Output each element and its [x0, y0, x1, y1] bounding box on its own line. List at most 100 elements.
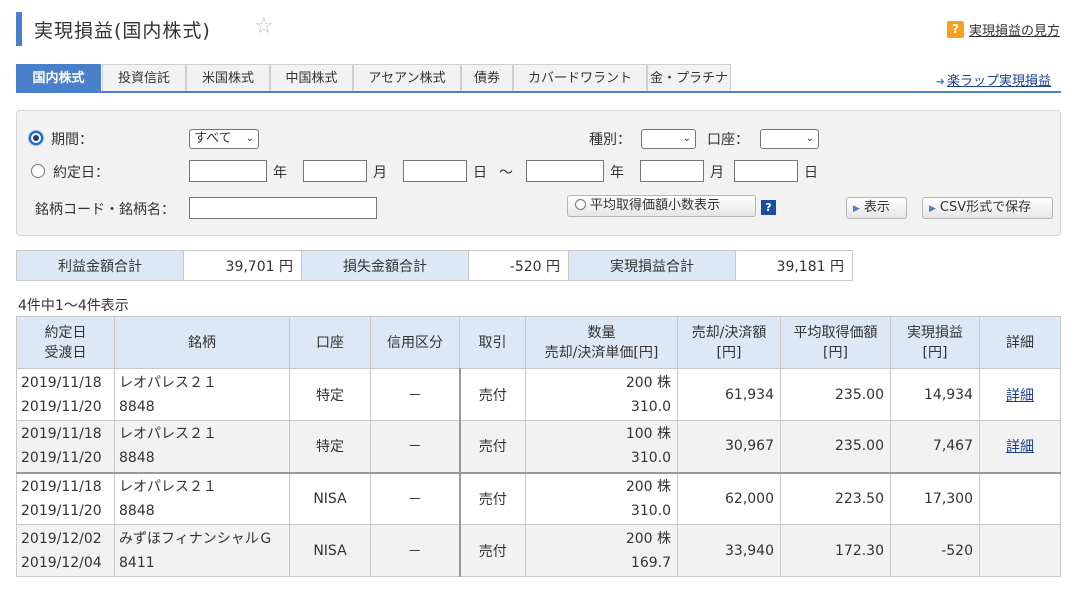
table-row: 2019/11/18 2019/11/20 レオパレス２１ 8848 特定 － 売付…: [16, 420, 1061, 473]
col-margin: 信用区分: [370, 316, 460, 369]
from-day-input[interactable]: [403, 160, 467, 182]
col-realized-pl: 実現損益 [円]: [890, 316, 980, 369]
account-cell: NISA: [289, 471, 371, 525]
col-detail: 詳細: [979, 316, 1061, 369]
trade-date-radio[interactable]: [31, 164, 45, 178]
tab-covered-warrants[interactable]: カバードワラント: [513, 64, 647, 91]
month-label: 月: [710, 165, 724, 181]
to-month-input[interactable]: [640, 160, 704, 182]
show-button[interactable]: ▶ 表示: [846, 197, 907, 219]
account-label: 口座：: [707, 132, 749, 148]
day-label: 日: [804, 165, 818, 181]
type-label: 種別：: [589, 132, 631, 148]
avg-price-cell: 235.00: [780, 368, 891, 421]
to-year-input[interactable]: [526, 160, 604, 182]
realized-pl-cell: 7,467: [890, 420, 980, 473]
tab-asean-stocks[interactable]: アセアン株式: [353, 64, 461, 91]
detail-link[interactable]: 詳細: [1006, 439, 1034, 455]
loss-total-value: -520 円: [468, 250, 569, 281]
chevron-down-icon: ⌄: [245, 133, 254, 144]
trade-cell: 売付: [459, 524, 526, 577]
account-select[interactable]: ⌄: [760, 129, 819, 149]
triangle-right-icon: ▶: [853, 204, 860, 214]
table-header-row: 約定日 受渡日 銘柄 口座 信用区分 取引 数量 売却/決済単価[円] 売却/決済額…: [16, 316, 1061, 369]
avg-price-cell: 223.50: [780, 471, 891, 525]
type-select[interactable]: ⌄: [641, 129, 696, 149]
month-label: 月: [373, 165, 387, 181]
from-year-input[interactable]: [189, 160, 267, 182]
profit-total-label: 利益金額合計: [16, 250, 184, 281]
quantity-cell: 200 株 310.0: [525, 368, 678, 421]
tab-china-stocks[interactable]: 中国株式: [270, 64, 353, 91]
trade-cell: 売付: [459, 420, 526, 473]
margin-cell: －: [370, 471, 461, 525]
avg-price-cell: 235.00: [780, 420, 891, 473]
chevron-down-icon: ⌄: [682, 133, 691, 144]
stock-code-input[interactable]: [189, 197, 377, 219]
stock-cell: レオパレス２１ 8848: [114, 368, 290, 421]
loss-total-label: 損失金額合計: [301, 250, 469, 281]
to-day-input[interactable]: [734, 160, 798, 182]
period-select[interactable]: すべて ⌄: [189, 129, 259, 149]
from-month-input[interactable]: [303, 160, 367, 182]
results-table: 約定日 受渡日 銘柄 口座 信用区分 取引 数量 売却/決済単価[円] 売却/決済額…: [16, 316, 1061, 577]
avg-decimal-button[interactable]: 平均取得価額小数表示: [567, 195, 756, 217]
amount-cell: 61,934: [677, 368, 781, 421]
rakuwrap-link[interactable]: ➜ 楽ラップ実現損益: [936, 70, 1051, 89]
page-header: 実現損益(国内株式) ☆ ? 実現損益の見方: [16, 12, 1066, 46]
col-account: 口座: [289, 316, 371, 369]
quantity-cell: 100 株 310.0: [525, 420, 678, 473]
margin-cell: －: [370, 368, 461, 421]
profit-total-value: 39,701 円: [183, 250, 302, 281]
tab-investment-trusts[interactable]: 投資信託: [102, 64, 186, 91]
margin-cell: －: [370, 524, 461, 577]
stock-code-label: 銘柄コード・銘柄名：: [35, 202, 175, 218]
account-cell: 特定: [289, 420, 371, 473]
period-label: 期間：: [51, 132, 93, 148]
dates-cell: 2019/11/18 2019/11/20: [16, 420, 115, 473]
trade-cell: 売付: [459, 368, 526, 421]
stock-cell: レオパレス２１ 8848: [114, 471, 290, 525]
summary-table: 利益金額合計 39,701 円 損失金額合計 -520 円 実現損益合計 39,…: [16, 250, 853, 281]
col-avg-price: 平均取得価額 [円]: [780, 316, 891, 369]
realized-pl-cell: -520: [890, 524, 980, 577]
col-dates: 約定日 受渡日: [16, 316, 115, 369]
col-quantity: 数量 売却/決済単価[円]: [525, 316, 678, 369]
amount-cell: 33,940: [677, 524, 781, 577]
tab-domestic-stocks[interactable]: 国内株式: [16, 64, 101, 91]
help-link-group[interactable]: ? 実現損益の見方: [946, 20, 1060, 39]
year-label: 年: [610, 165, 624, 181]
detail-link[interactable]: 詳細: [1006, 388, 1034, 404]
realized-pl-cell: 17,300: [890, 471, 980, 525]
favorite-star-icon[interactable]: ☆: [254, 14, 274, 39]
page-title: 実現損益(国内株式): [34, 20, 211, 42]
avg-decimal-radio: [575, 199, 586, 210]
year-label: 年: [273, 165, 287, 181]
question-icon[interactable]: ?: [761, 200, 776, 215]
account-cell: 特定: [289, 368, 371, 421]
table-row: 2019/12/02 2019/12/04 みずほフィナンシャルＧ 8411 NIS…: [16, 524, 1061, 577]
realized-pl-cell: 14,934: [890, 368, 980, 421]
trade-cell: 売付: [459, 471, 526, 525]
help-link[interactable]: 実現損益の見方: [969, 24, 1060, 39]
csv-save-button[interactable]: ▶ CSV形式で保存: [922, 197, 1053, 219]
search-panel: 期間： すべて ⌄ 種別： ⌄ 口座： ⌄ 約定日： 年 月 日 ～ 年 月 日 …: [16, 110, 1061, 236]
tab-gold-platinum[interactable]: 金・プラチナ: [647, 64, 731, 91]
net-total-value: 39,181 円: [735, 250, 853, 281]
title-accent-bar: [16, 12, 22, 46]
account-cell: NISA: [289, 524, 371, 577]
trade-date-label: 約定日：: [53, 165, 109, 181]
period-radio[interactable]: [29, 131, 43, 145]
col-stock: 銘柄: [114, 316, 290, 369]
arrow-right-icon: ➜: [935, 75, 945, 88]
table-row: 2019/11/18 2019/11/20 レオパレス２１ 8848 特定 － 売付…: [16, 368, 1061, 421]
detail-cell: 詳細: [979, 368, 1061, 421]
tab-us-stocks[interactable]: 米国株式: [186, 64, 270, 91]
detail-cell: 詳細: [979, 420, 1061, 473]
avg-price-cell: 172.30: [780, 524, 891, 577]
amount-cell: 62,000: [677, 471, 781, 525]
question-icon: ?: [946, 21, 964, 38]
detail-cell: [979, 471, 1061, 525]
tab-bonds[interactable]: 債券: [461, 64, 513, 91]
stock-cell: レオパレス２１ 8848: [114, 420, 290, 473]
